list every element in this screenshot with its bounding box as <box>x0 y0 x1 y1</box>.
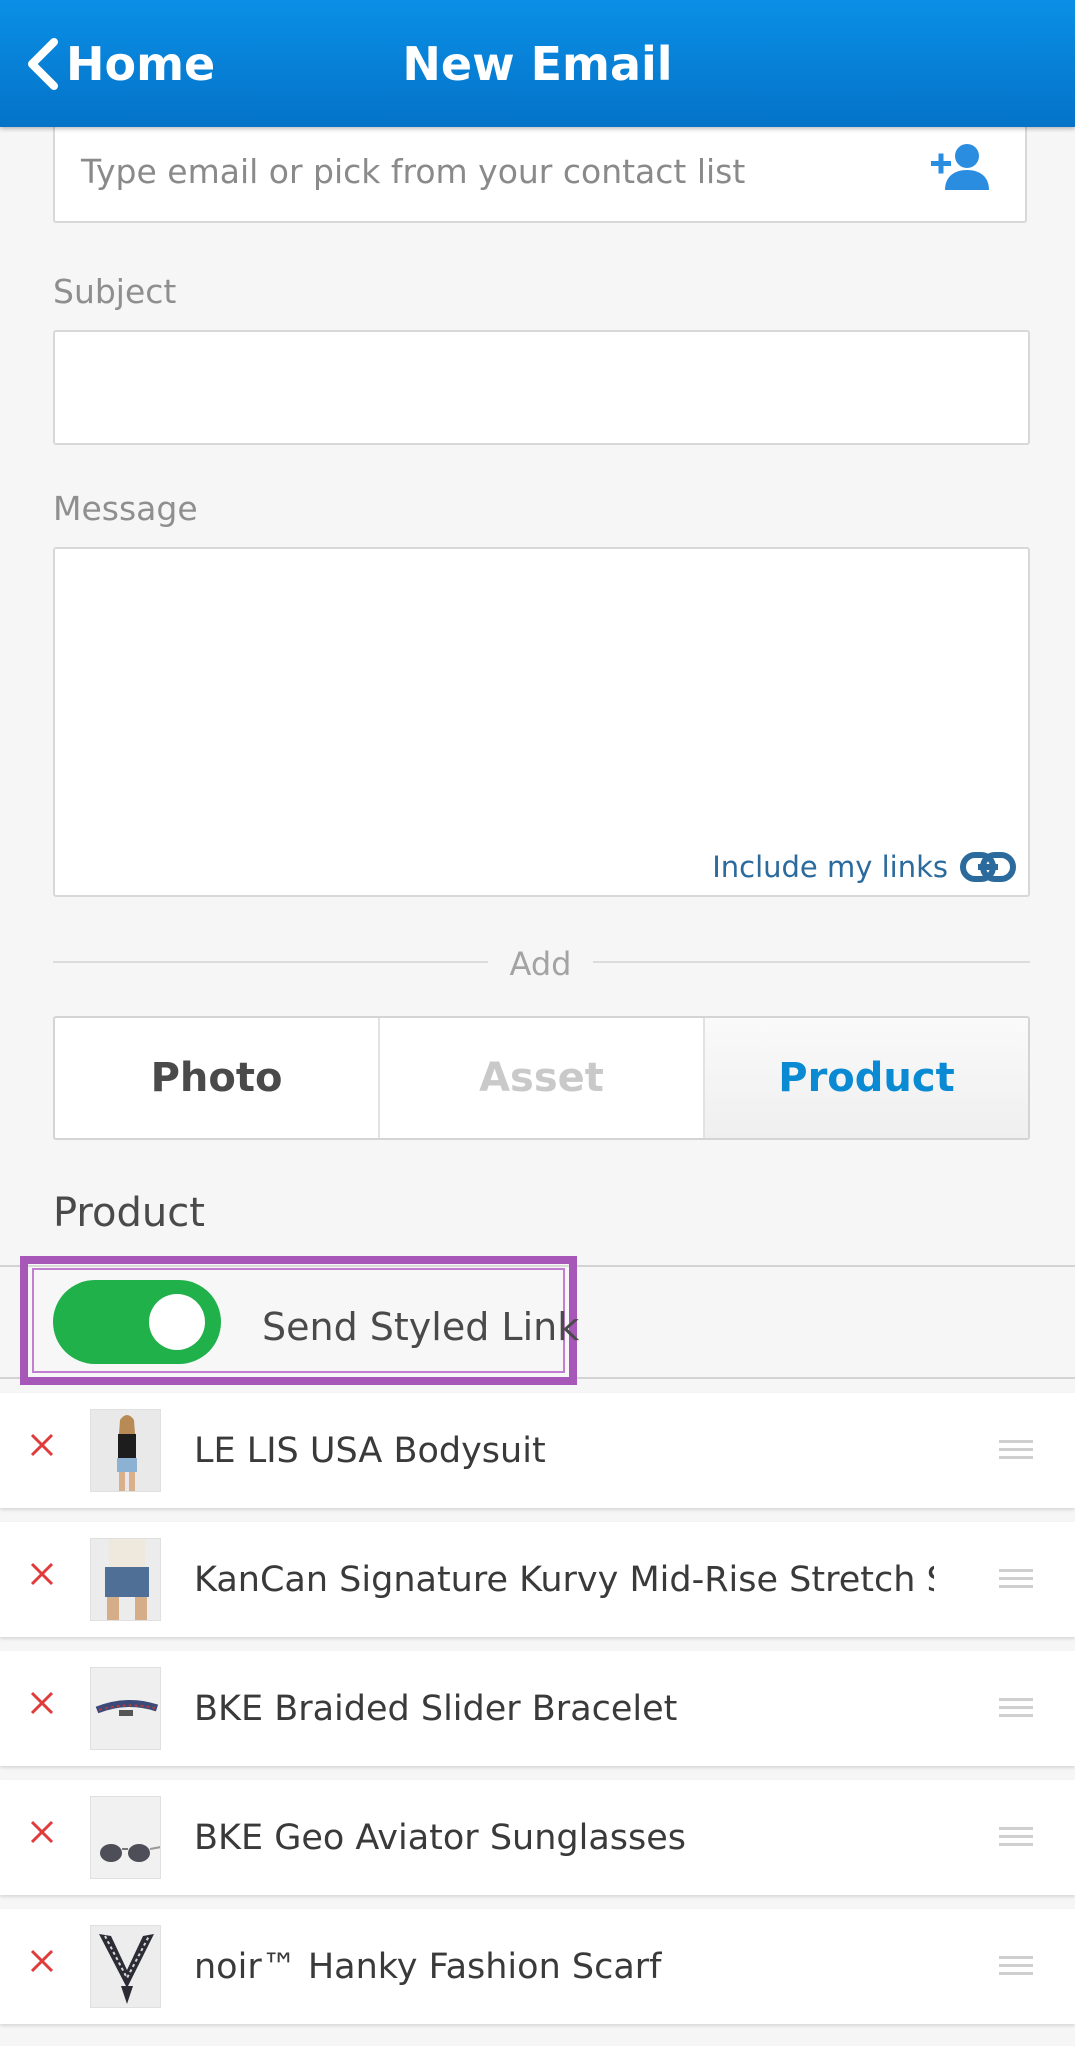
product-name: BKE Geo Aviator Sunglasses <box>194 1818 687 1858</box>
link-icon <box>960 852 1016 882</box>
tab-product[interactable]: Product <box>703 1018 1028 1138</box>
styled-link-label: Send Styled Link <box>262 1305 580 1349</box>
product-thumbnail <box>90 1538 161 1621</box>
attachment-type-tabs: Photo Asset Product <box>53 1016 1030 1140</box>
message-field[interactable]: Include my links <box>53 547 1030 897</box>
scarf-image-icon <box>91 1926 160 2007</box>
drag-handle-icon[interactable] <box>999 1955 1033 1977</box>
recipient-placeholder: Type email or pick from your contact lis… <box>81 152 746 191</box>
sunglasses-image-icon <box>91 1797 160 1878</box>
drag-handle-icon[interactable] <box>999 1568 1033 1590</box>
product-row[interactable]: noir™ Hanky Fashion Scarf <box>0 1909 1075 2024</box>
product-row[interactable]: LE LIS USA Bodysuit <box>0 1393 1075 1508</box>
remove-icon[interactable] <box>28 1818 56 1846</box>
remove-icon[interactable] <box>28 1689 56 1717</box>
product-name: BKE Braided Slider Bracelet <box>194 1689 678 1729</box>
nav-bar: Home New Email <box>0 0 1075 127</box>
section-title: Product <box>53 1190 205 1236</box>
product-name: noir™ Hanky Fashion Scarf <box>194 1947 662 1987</box>
remove-icon[interactable] <box>28 1431 56 1459</box>
remove-icon[interactable] <box>28 1947 56 1975</box>
add-divider-label: Add <box>509 945 572 983</box>
denim-shorts-image-icon <box>91 1539 160 1620</box>
bracelet-image-icon <box>91 1668 160 1749</box>
include-links-label: Include my links <box>712 850 948 884</box>
drag-handle-icon[interactable] <box>999 1439 1033 1461</box>
styled-link-toggle[interactable] <box>53 1280 221 1364</box>
page-title: New Email <box>402 37 673 91</box>
recipient-input[interactable]: Type email or pick from your contact lis… <box>53 114 1027 223</box>
product-name: KanCan Signature Kurvy Mid-Rise Stretch … <box>194 1560 934 1600</box>
product-row[interactable]: BKE Braided Slider Bracelet <box>0 1651 1075 1766</box>
product-thumbnail <box>90 1925 161 2008</box>
drag-handle-icon[interactable] <box>999 1826 1033 1848</box>
drag-handle-icon[interactable] <box>999 1697 1033 1719</box>
product-name: LE LIS USA Bodysuit <box>194 1431 546 1471</box>
subject-label: Subject <box>53 272 177 311</box>
toggle-knob <box>149 1294 205 1350</box>
product-thumbnail <box>90 1409 161 1492</box>
product-thumbnail <box>90 1667 161 1750</box>
product-thumbnail <box>90 1796 161 1879</box>
tab-photo[interactable]: Photo <box>55 1018 378 1138</box>
remove-icon[interactable] <box>28 1560 56 1588</box>
product-row[interactable]: BKE Geo Aviator Sunglasses <box>0 1780 1075 1895</box>
add-person-icon[interactable] <box>929 140 993 196</box>
tab-asset[interactable]: Asset <box>378 1018 703 1138</box>
include-links-button[interactable]: Include my links <box>712 849 1016 885</box>
message-label: Message <box>53 489 198 528</box>
product-row[interactable]: KanCan Signature Kurvy Mid-Rise Stretch … <box>0 1522 1075 1637</box>
bodysuit-image-icon <box>91 1410 160 1491</box>
subject-field[interactable] <box>53 330 1030 445</box>
